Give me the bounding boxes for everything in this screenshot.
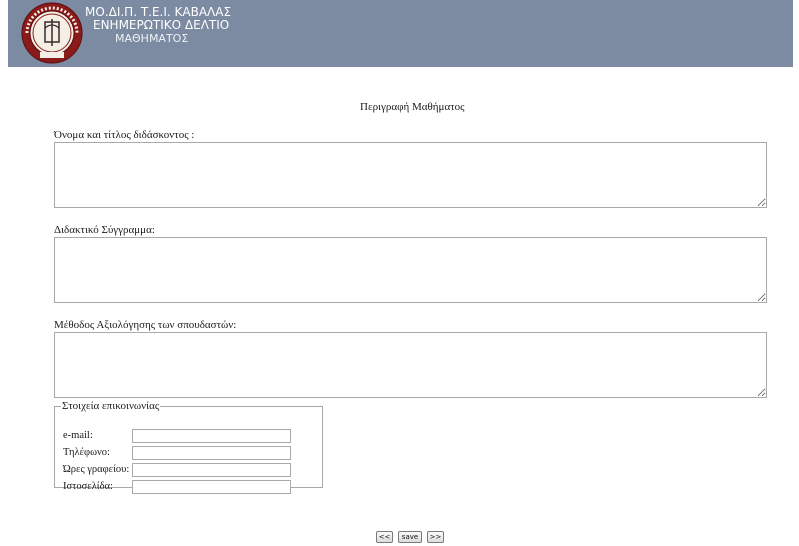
phone-row: Τηλέφωνο: — [63, 446, 323, 460]
office-hours-label: Ώρες γραφείου: — [63, 464, 130, 475]
evaluation-label: Μέθοδος Αξιολόγησης των σπουδαστών: — [54, 319, 237, 331]
website-field[interactable] — [132, 480, 291, 494]
textbook-textarea[interactable] — [54, 237, 767, 303]
website-label: Ιστοσελίδα: — [63, 481, 113, 492]
email-row: e-mail: — [63, 429, 323, 443]
institution-seal-icon — [21, 2, 83, 64]
email-label: e-mail: — [63, 430, 93, 441]
save-button[interactable]: save — [398, 531, 422, 543]
contact-legend: Στοιχεία επικοινωνίας — [62, 400, 160, 412]
instructor-textarea[interactable] — [54, 142, 767, 208]
instructor-label: Όνομα και τίτλος διδάσκοντος : — [54, 129, 195, 141]
phone-label: Τηλέφωνο: — [63, 447, 110, 458]
evaluation-textarea[interactable] — [54, 332, 767, 398]
header-title: ΜΟ.ΔΙ.Π. Τ.Ε.Ι. ΚΑΒΑΛΑΣ ΕΝΗΜΕΡΩΤΙΚΟ ΔΕΛΤ… — [85, 6, 245, 46]
header-line-2: ΕΝΗΜΕΡΩΤΙΚΟ ΔΕΛΤΙΟ — [93, 18, 230, 32]
textbook-label: Διδακτικό Σύγγραμμα: — [54, 224, 155, 236]
header-line-3: ΜΑΘΗΜΑΤΟΣ — [115, 32, 189, 45]
contact-fieldset: Στοιχεία επικοινωνίας e-mail: Τηλέφωνο: … — [54, 400, 323, 494]
email-field[interactable] — [132, 429, 291, 443]
office-hours-row: Ώρες γραφείου: — [63, 463, 323, 477]
header-banner: ΜΟ.ΔΙ.Π. Τ.Ε.Ι. ΚΑΒΑΛΑΣ ΕΝΗΜΕΡΩΤΙΚΟ ΔΕΛΤ… — [8, 0, 793, 67]
page-title: Περιγραφή Μαθήματος — [360, 101, 465, 113]
office-hours-field[interactable] — [132, 463, 291, 477]
website-row: Ιστοσελίδα: — [63, 480, 323, 494]
next-button[interactable]: >> — [427, 531, 444, 543]
phone-field[interactable] — [132, 446, 291, 460]
previous-button[interactable]: << — [376, 531, 393, 543]
